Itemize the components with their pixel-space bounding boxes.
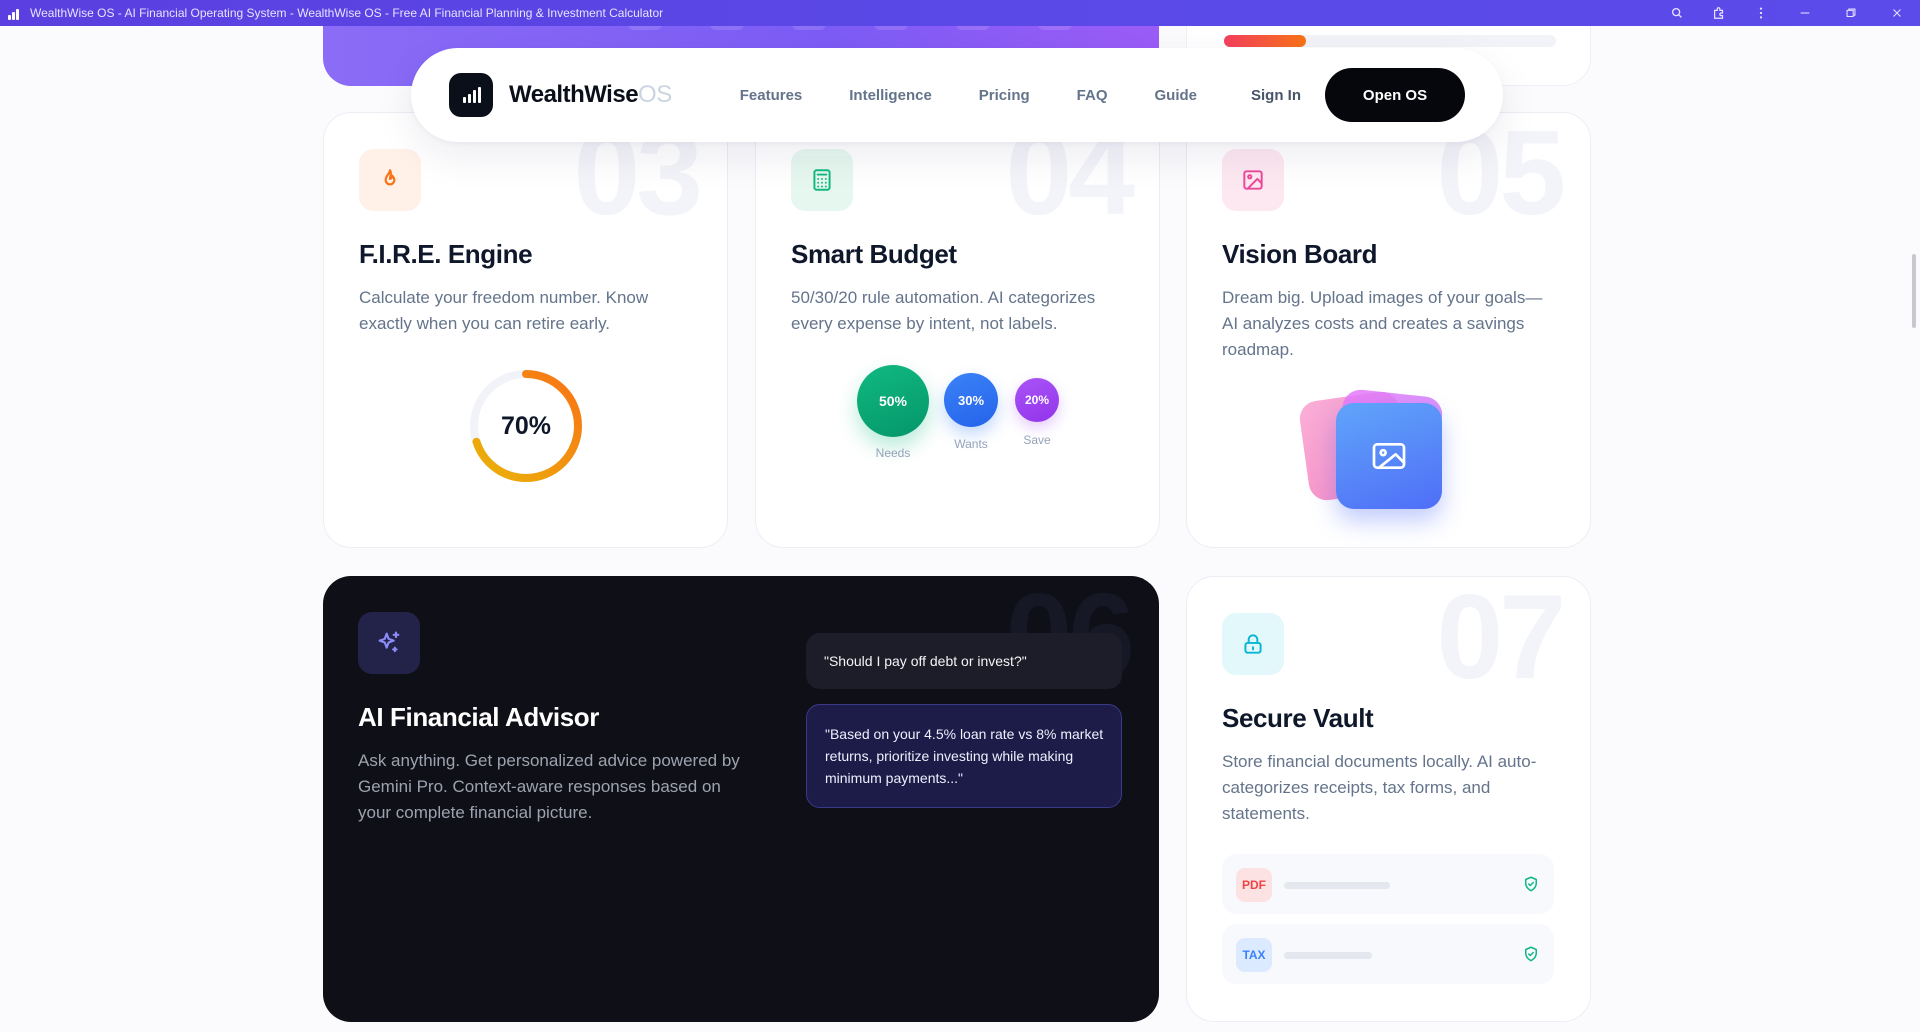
browser-titlebar: WealthWise OS - AI Financial Operating S… [0,0,1920,26]
shield-check-icon [1525,876,1537,892]
tax-file-badge: TAX [1236,938,1272,972]
zoom-icon[interactable] [1656,0,1698,26]
page-content: WealthWiseOS Features Intelligence Prici… [0,26,1920,1032]
budget-needs-label: Needs [875,446,911,460]
card-description: Dream big. Upload images of your goals—A… [1222,288,1543,359]
app-bars-icon [8,6,22,20]
card-title: AI Financial Advisor [358,702,599,732]
window-title: WealthWise OS - AI Financial Operating S… [30,6,664,20]
flame-icon [359,149,421,211]
close-icon[interactable] [1874,0,1920,26]
sign-in-link[interactable]: Sign In [1251,87,1301,104]
progress-fill [1224,35,1306,47]
card-description: Calculate your freedom number. Know exac… [359,288,649,333]
nav-link-features[interactable]: Features [740,87,803,104]
budget-wants-label: Wants [954,437,988,451]
file-name-placeholder [1284,952,1372,959]
smart-budget-card: 04 Smart Budget 50/30/20 rule automation… [755,112,1160,548]
chat-user-message: "Should I pay off debt or invest?" [806,633,1122,689]
fire-engine-card: 03 F.I.R.E. Engine Calculate your freedo… [323,112,728,548]
more-menu-icon[interactable] [1740,0,1782,26]
budget-save-bubble: 20% [1015,378,1059,422]
fire-progress-label: 70% [500,411,552,440]
brand-logo-icon [449,73,493,117]
calculator-icon [791,149,853,211]
nav-link-pricing[interactable]: Pricing [979,87,1030,104]
minimize-icon[interactable] [1782,0,1828,26]
nav-link-guide[interactable]: Guide [1155,87,1198,104]
extensions-icon[interactable] [1698,0,1740,26]
restore-icon[interactable] [1828,0,1874,26]
pdf-file-badge: PDF [1236,868,1272,902]
main-navbar: WealthWiseOS Features Intelligence Prici… [411,48,1503,142]
fire-progress-ring: 70% [468,368,584,484]
image-icon [1222,149,1284,211]
brand-name: WealthWise [509,81,639,108]
sparkles-icon [358,612,420,674]
card-description: 50/30/20 rule automation. AI categorizes… [791,288,1096,333]
vision-board-card: 05 Vision Board Dream big. Upload images… [1186,112,1591,548]
card-title: Vision Board [1222,239,1378,269]
nav-link-faq[interactable]: FAQ [1077,87,1108,104]
budget-needs-bubble: 50% [857,365,929,437]
budget-save-label: Save [1023,433,1051,447]
brand-suffix: OS [638,81,672,108]
lock-icon [1222,613,1284,675]
card-description: Store financial documents locally. AI au… [1222,752,1537,823]
card-description: Ask anything. Get personalized advice po… [358,751,740,822]
card-number: 07 [1436,576,1566,704]
card-title: Smart Budget [791,239,957,269]
brand[interactable]: WealthWiseOS [449,73,672,117]
vision-photo-icon [1336,403,1442,509]
budget-wants-bubble: 30% [944,373,998,427]
card-title: Secure Vault [1222,703,1374,733]
chat-ai-response: "Based on your 4.5% loan rate vs 8% mark… [806,704,1122,808]
vault-file-row[interactable]: TAX [1222,924,1554,984]
secure-vault-card: 07 Secure Vault Store financial document… [1186,576,1591,1022]
shield-check-icon [1525,946,1537,962]
nav-link-intelligence[interactable]: Intelligence [849,87,932,104]
file-name-placeholder [1284,882,1390,889]
card-title: F.I.R.E. Engine [359,239,533,269]
nav-links: Features Intelligence Pricing FAQ Guide [740,87,1197,104]
vault-file-row[interactable]: PDF [1222,854,1554,914]
open-os-button[interactable]: Open OS [1325,68,1465,122]
page-scrollbar[interactable] [1912,254,1916,328]
ai-advisor-card: 06 AI Financial Advisor Ask anything. Ge… [323,576,1159,1022]
